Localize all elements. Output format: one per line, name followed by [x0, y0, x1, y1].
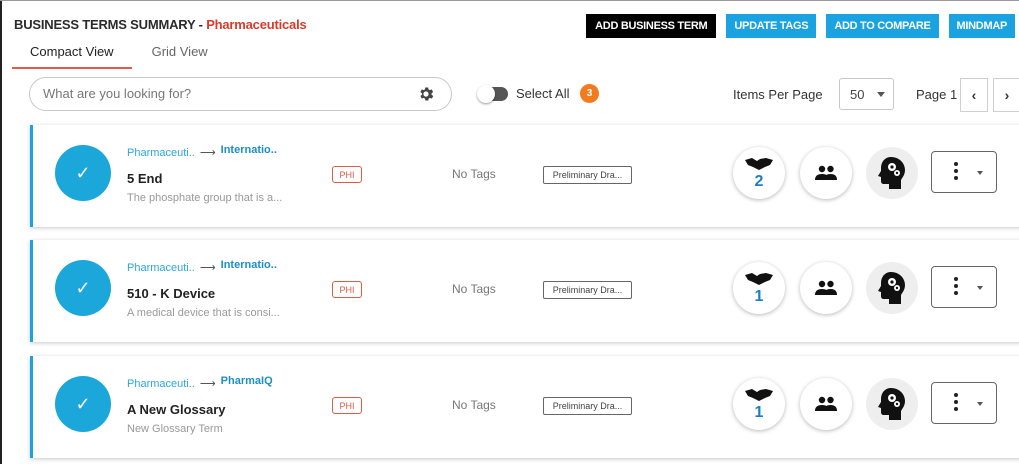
search-placeholder: What are you looking for? — [43, 86, 192, 101]
prev-page-button[interactable]: ‹ — [960, 78, 988, 112]
items-per-page-label: Items Per Page — [733, 87, 823, 102]
chevron-down-icon — [977, 402, 983, 406]
selected-count-badge: 3 — [580, 84, 599, 103]
stakeholders-button[interactable]: 1 — [733, 378, 785, 430]
breadcrumb-parent[interactable]: Pharmaceuti.. — [127, 262, 195, 274]
tags-text: No Tags — [452, 282, 496, 296]
breadcrumb-parent[interactable]: Pharmaceuti.. — [127, 147, 195, 159]
more-options-dropdown[interactable] — [931, 382, 997, 424]
term-description: A medical device that is consi... — [127, 307, 280, 319]
tags-text: No Tags — [452, 398, 496, 412]
term-title[interactable]: 510 - K Device — [127, 286, 215, 301]
handshake-icon — [745, 273, 773, 285]
status-badge: Preliminary Dra... — [543, 281, 632, 299]
tab-compact-view[interactable]: Compact View — [12, 44, 132, 69]
items-per-page-select[interactable]: 50 — [839, 78, 894, 110]
chevron-down-icon — [977, 171, 983, 175]
users-button[interactable] — [800, 262, 852, 314]
tab-grid-view[interactable]: Grid View — [132, 44, 226, 69]
window-top-edge — [0, 0, 1019, 4]
ai-insights-button[interactable] — [866, 147, 918, 199]
checkmark-icon[interactable]: ✓ — [55, 145, 111, 201]
more-vertical-icon — [954, 393, 958, 413]
users-icon — [815, 280, 837, 295]
chevron-down-icon — [877, 92, 885, 97]
tags-text: No Tags — [452, 167, 496, 181]
brain-gears-icon — [878, 388, 905, 420]
checkmark-icon[interactable]: ✓ — [55, 376, 111, 432]
chevron-down-icon — [977, 286, 983, 290]
add-to-compare-button[interactable]: ADD TO COMPARE — [826, 14, 939, 38]
arrow-right-icon: ⟶ — [199, 262, 216, 274]
arrow-right-icon: ⟶ — [199, 147, 216, 159]
breadcrumb-child[interactable]: Internatio.. — [221, 144, 277, 156]
select-all-label[interactable]: Select All — [516, 86, 569, 101]
more-options-dropdown[interactable] — [931, 266, 997, 308]
more-vertical-icon — [954, 162, 958, 182]
search-input[interactable]: What are you looking for? — [29, 77, 452, 111]
more-vertical-icon — [954, 277, 958, 297]
status-badge: Preliminary Dra... — [543, 166, 632, 184]
breadcrumb: Pharmaceuti.. ⟶ Internatio.. — [127, 144, 277, 160]
users-button[interactable] — [800, 147, 852, 199]
users-button[interactable] — [800, 378, 852, 430]
breadcrumb-parent[interactable]: Pharmaceuti.. — [127, 378, 195, 390]
arrow-right-icon: ⟶ — [199, 378, 216, 390]
stakeholder-count: 2 — [754, 173, 764, 190]
page-title-prefix: BUSINESS TERMS SUMMARY - — [14, 17, 207, 32]
stakeholder-count: 1 — [754, 288, 764, 305]
term-description: New Glossary Term — [127, 423, 223, 435]
handshake-icon — [745, 389, 773, 401]
term-title[interactable]: 5 End — [127, 171, 162, 186]
term-title[interactable]: A New Glossary — [127, 402, 226, 417]
page-title: BUSINESS TERMS SUMMARY - Pharmaceuticals — [14, 17, 307, 32]
page-title-domain: Pharmaceuticals — [206, 17, 307, 32]
ai-insights-button[interactable] — [866, 262, 918, 314]
window-left-edge — [0, 0, 5, 464]
list-item[interactable]: ✓ Pharmaceuti.. ⟶ Internatio.. 510 - K D… — [30, 240, 1019, 342]
ai-insights-button[interactable] — [866, 378, 918, 430]
breadcrumb: Pharmaceuti.. ⟶ PharmaIQ — [127, 375, 273, 391]
mindmap-button[interactable]: MINDMAP — [948, 14, 1015, 38]
users-icon — [815, 396, 837, 411]
status-badge: Preliminary Dra... — [543, 397, 632, 415]
items-per-page-value: 50 — [850, 87, 865, 102]
classification-badge: PHI — [332, 397, 362, 414]
stakeholders-button[interactable]: 2 — [733, 147, 785, 199]
breadcrumb-child[interactable]: PharmaIQ — [221, 375, 273, 387]
breadcrumb: Pharmaceuti.. ⟶ Internatio.. — [127, 259, 277, 275]
gear-icon[interactable] — [417, 85, 435, 103]
breadcrumb-child[interactable]: Internatio.. — [221, 259, 277, 271]
users-icon — [815, 165, 837, 180]
stakeholders-button[interactable]: 1 — [733, 262, 785, 314]
add-business-term-button[interactable]: ADD BUSINESS TERM — [586, 14, 717, 38]
list-item[interactable]: ✓ Pharmaceuti.. ⟶ PharmaIQ A New Glossar… — [30, 356, 1019, 458]
update-tags-button[interactable]: UPDATE TAGS — [726, 14, 817, 38]
classification-badge: PHI — [332, 166, 362, 183]
term-description: The phosphate group that is a... — [127, 192, 283, 204]
more-options-dropdown[interactable] — [931, 151, 997, 193]
next-page-button[interactable]: › — [993, 78, 1019, 112]
classification-badge: PHI — [332, 281, 362, 298]
brain-gears-icon — [878, 157, 905, 189]
select-all-toggle[interactable] — [477, 85, 508, 103]
handshake-icon — [745, 158, 773, 170]
toolbar: ADD BUSINESS TERM UPDATE TAGS ADD TO COM… — [586, 14, 1015, 38]
stakeholder-count: 1 — [754, 404, 764, 421]
page-indicator: Page 1 — [916, 87, 958, 102]
view-tabs: Compact View Grid View — [12, 44, 226, 69]
toggle-knob — [477, 85, 495, 103]
list-item[interactable]: ✓ Pharmaceuti.. ⟶ Internatio.. 5 End The… — [30, 125, 1019, 227]
checkmark-icon[interactable]: ✓ — [55, 260, 111, 316]
brain-gears-icon — [878, 272, 905, 304]
